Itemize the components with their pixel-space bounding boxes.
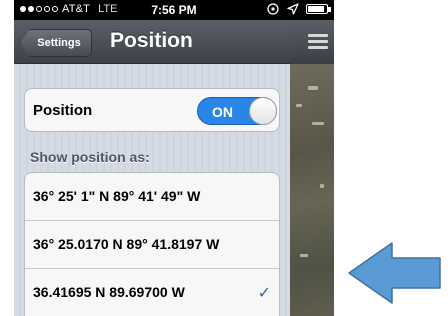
settings-back-button[interactable]: Settings <box>20 29 92 57</box>
map-feature <box>312 122 324 125</box>
menu-icon[interactable] <box>308 34 328 52</box>
checkmark-icon: ✓ <box>257 285 271 302</box>
option-label: 36.41695 N 89.69700 W <box>33 284 185 300</box>
map-background[interactable] <box>290 64 334 316</box>
status-right <box>266 2 331 16</box>
map-feature <box>320 184 324 188</box>
navigation-bar: Settings Position <box>14 20 334 64</box>
option-degrees-decimal-minutes[interactable]: 36° 25.0170 N 89° 41.8197 W <box>25 221 279 269</box>
option-label: 36° 25.0170 N 89° 41.8197 W <box>33 236 220 252</box>
page-title: Position <box>110 29 193 52</box>
map-feature <box>308 86 318 90</box>
option-label: 36° 25' 1" N 89° 41' 49" W <box>33 188 201 204</box>
option-decimal-degrees[interactable]: 36.41695 N 89.69700 W ✓ <box>25 269 279 316</box>
location-lock-icon <box>267 3 279 15</box>
battery-icon <box>306 4 331 14</box>
position-format-list: 36° 25' 1" N 89° 41' 49" W 36° 25.0170 N… <box>24 172 280 316</box>
phone-screen: AT&T LTE 7:56 PM Settings Position Posit… <box>14 0 334 316</box>
position-toggle-row: Position ON <box>24 88 280 132</box>
map-feature <box>300 254 308 257</box>
position-toggle-switch[interactable]: ON <box>197 97 277 125</box>
option-dms[interactable]: 36° 25' 1" N 89° 41' 49" W <box>25 173 279 221</box>
blue-arrow-icon <box>348 242 441 304</box>
battery-level <box>308 6 325 12</box>
map-feature <box>296 104 302 107</box>
toggle-knob[interactable] <box>249 97 277 125</box>
status-bar: AT&T LTE 7:56 PM <box>14 0 334 20</box>
position-toggle-label: Position <box>33 102 93 119</box>
location-arrow-icon <box>287 3 299 15</box>
section-header: Show position as: <box>30 149 150 165</box>
settings-panel: Position ON Show position as: 36° 25' 1"… <box>14 64 290 316</box>
map-toolbar <box>290 20 334 64</box>
toggle-state-label: ON <box>212 104 233 120</box>
